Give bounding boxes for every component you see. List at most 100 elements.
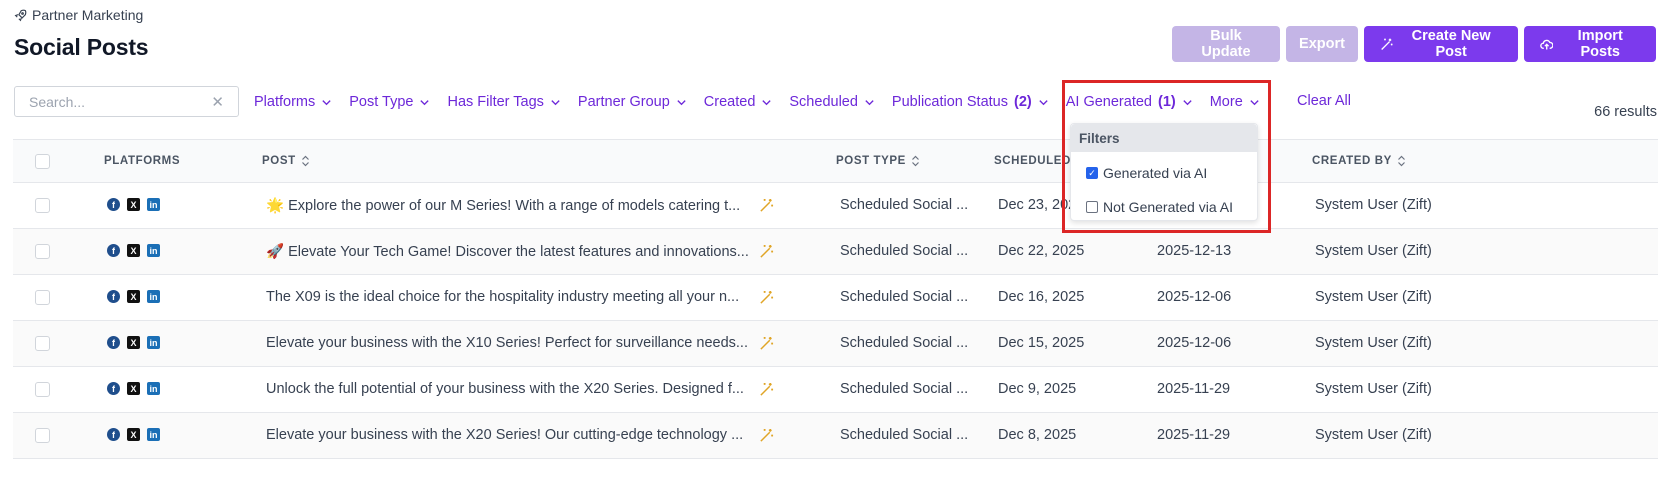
column-post[interactable]: POST	[262, 155, 310, 167]
clear-search-icon[interactable]: ✕	[211, 93, 224, 111]
secondary-date: 2025-12-06	[1157, 335, 1232, 351]
scheduled-date: Dec 8, 2025	[998, 427, 1077, 443]
secondary-date: 2025-12-06	[1157, 289, 1232, 305]
filter-platforms[interactable]: Platforms	[254, 94, 332, 110]
post-text[interactable]: Elevate your business with the X20 Serie…	[266, 427, 743, 443]
x-icon: X	[127, 382, 140, 395]
clear-all-link[interactable]: Clear All	[1297, 93, 1351, 109]
filter-partner-group[interactable]: Partner Group	[578, 94, 687, 110]
filter-label: Has Filter Tags	[447, 94, 544, 110]
bulk-update-button[interactable]: Bulk Update	[1172, 26, 1280, 62]
facebook-icon: f	[107, 382, 120, 395]
breadcrumb[interactable]: Partner Marketing	[14, 7, 143, 23]
x-icon: X	[127, 198, 140, 211]
search-input[interactable]	[29, 93, 212, 110]
sort-icon	[301, 155, 309, 167]
created-by: System User (Zift)	[1315, 335, 1432, 351]
magic-wand-icon	[1381, 38, 1393, 50]
created-by: System User (Zift)	[1315, 427, 1432, 443]
table-row[interactable]: f X in Unlock the full potential of your…	[13, 367, 1658, 413]
filter-label: Partner Group	[577, 94, 670, 110]
chevron-down-icon	[865, 99, 874, 105]
platform-icons: f X in	[107, 336, 160, 349]
filter-created[interactable]: Created	[704, 94, 773, 110]
results-count: 66 results	[1594, 104, 1657, 120]
post-type: Scheduled Social ...	[840, 381, 969, 397]
cloud-upload-icon	[1540, 39, 1554, 50]
row-checkbox[interactable]	[35, 382, 50, 397]
post-type: Scheduled Social ...	[840, 427, 969, 443]
filter-publication-status[interactable]: Publication Status (2)	[892, 94, 1049, 110]
create-new-post-label: Create New Post	[1411, 28, 1491, 60]
linkedin-icon: in	[147, 382, 160, 395]
platform-icons: f X in	[107, 382, 160, 395]
ai-generated-icon	[760, 198, 774, 212]
select-all-checkbox[interactable]	[35, 154, 50, 169]
filter-label: Scheduled	[789, 94, 858, 110]
filter-post-type[interactable]: Post Type	[349, 94, 430, 110]
column-scheduled[interactable]: SCHEDULED	[994, 155, 1071, 167]
scheduled-date: Dec 9, 2025	[998, 381, 1077, 397]
x-icon: X	[127, 290, 140, 303]
linkedin-icon: in	[147, 336, 160, 349]
column-label: CREATED BY	[1312, 155, 1392, 167]
post-text[interactable]: The X09 is the ideal choice for the hosp…	[266, 289, 739, 305]
column-label: POST	[262, 155, 296, 167]
linkedin-icon: in	[147, 244, 160, 257]
table-body: f X in 🌟 Explore the power of our M Seri…	[13, 183, 1658, 459]
post-type: Scheduled Social ...	[840, 289, 969, 305]
platform-icons: f X in	[107, 428, 160, 441]
row-checkbox[interactable]	[35, 428, 50, 443]
facebook-icon: f	[107, 198, 120, 211]
created-by: System User (Zift)	[1315, 243, 1432, 259]
post-text[interactable]: Elevate your business with the X10 Serie…	[266, 335, 748, 351]
created-by: System User (Zift)	[1315, 289, 1432, 305]
x-icon: X	[127, 244, 140, 257]
table-row[interactable]: f X in Elevate your business with the X1…	[13, 321, 1658, 367]
chevron-down-icon	[677, 99, 686, 105]
sort-icon	[912, 155, 919, 167]
chevron-down-icon	[420, 99, 430, 105]
post-type: Scheduled Social ...	[840, 243, 969, 259]
table-row[interactable]: f X in Elevate your business with the X2…	[13, 413, 1658, 459]
x-icon: X	[127, 336, 140, 349]
linkedin-icon: in	[147, 290, 160, 303]
page-title: Social Posts	[14, 34, 149, 60]
post-text[interactable]: 🚀 Elevate Your Tech Game! Discover the l…	[266, 243, 749, 260]
filter-label: Post Type	[349, 94, 414, 110]
create-new-post-button[interactable]: Create New Post	[1364, 26, 1518, 62]
row-checkbox[interactable]	[35, 336, 50, 351]
rocket-icon	[14, 9, 27, 21]
secondary-date: 2025-11-29	[1157, 381, 1231, 397]
facebook-icon: f	[107, 336, 120, 349]
platform-icons: f X in	[107, 290, 160, 303]
secondary-date: 2025-12-13	[1157, 243, 1232, 259]
row-checkbox[interactable]	[35, 198, 50, 213]
table-row[interactable]: f X in 🌟 Explore the power of our M Seri…	[13, 183, 1658, 229]
highlight-box	[1062, 80, 1271, 233]
import-posts-button[interactable]: Import Posts	[1524, 26, 1656, 62]
chevron-down-icon	[551, 99, 560, 105]
filter-label: Publication Status	[891, 94, 1008, 110]
filter-scheduled[interactable]: Scheduled	[789, 94, 875, 110]
row-checkbox[interactable]	[35, 290, 50, 305]
ai-generated-icon	[760, 382, 774, 396]
search-box: ✕	[14, 86, 239, 117]
table-row[interactable]: f X in 🚀 Elevate Your Tech Game! Discove…	[13, 229, 1658, 275]
post-text[interactable]: 🌟 Explore the power of our M Series! Wit…	[266, 197, 740, 214]
ai-generated-icon	[760, 428, 774, 442]
export-button[interactable]: Export	[1286, 26, 1358, 62]
platform-icons: f X in	[107, 198, 160, 211]
table-row[interactable]: f X in The X09 is the ideal choice for t…	[13, 275, 1658, 321]
column-post-type[interactable]: POST TYPE	[836, 155, 920, 167]
table-header: PLATFORMS POST POST TYPE SCHEDULED CREAT…	[13, 139, 1658, 183]
filter-has-filter-tags[interactable]: Has Filter Tags	[447, 94, 560, 110]
facebook-icon: f	[107, 428, 120, 441]
column-platforms[interactable]: PLATFORMS	[104, 155, 180, 167]
post-text[interactable]: Unlock the full potential of your busine…	[266, 381, 744, 397]
row-checkbox[interactable]	[35, 244, 50, 259]
column-created-by[interactable]: CREATED BY	[1312, 155, 1406, 167]
chevron-down-icon	[762, 99, 772, 105]
platform-icons: f X in	[107, 244, 160, 257]
filter-label: Platforms	[254, 94, 316, 110]
